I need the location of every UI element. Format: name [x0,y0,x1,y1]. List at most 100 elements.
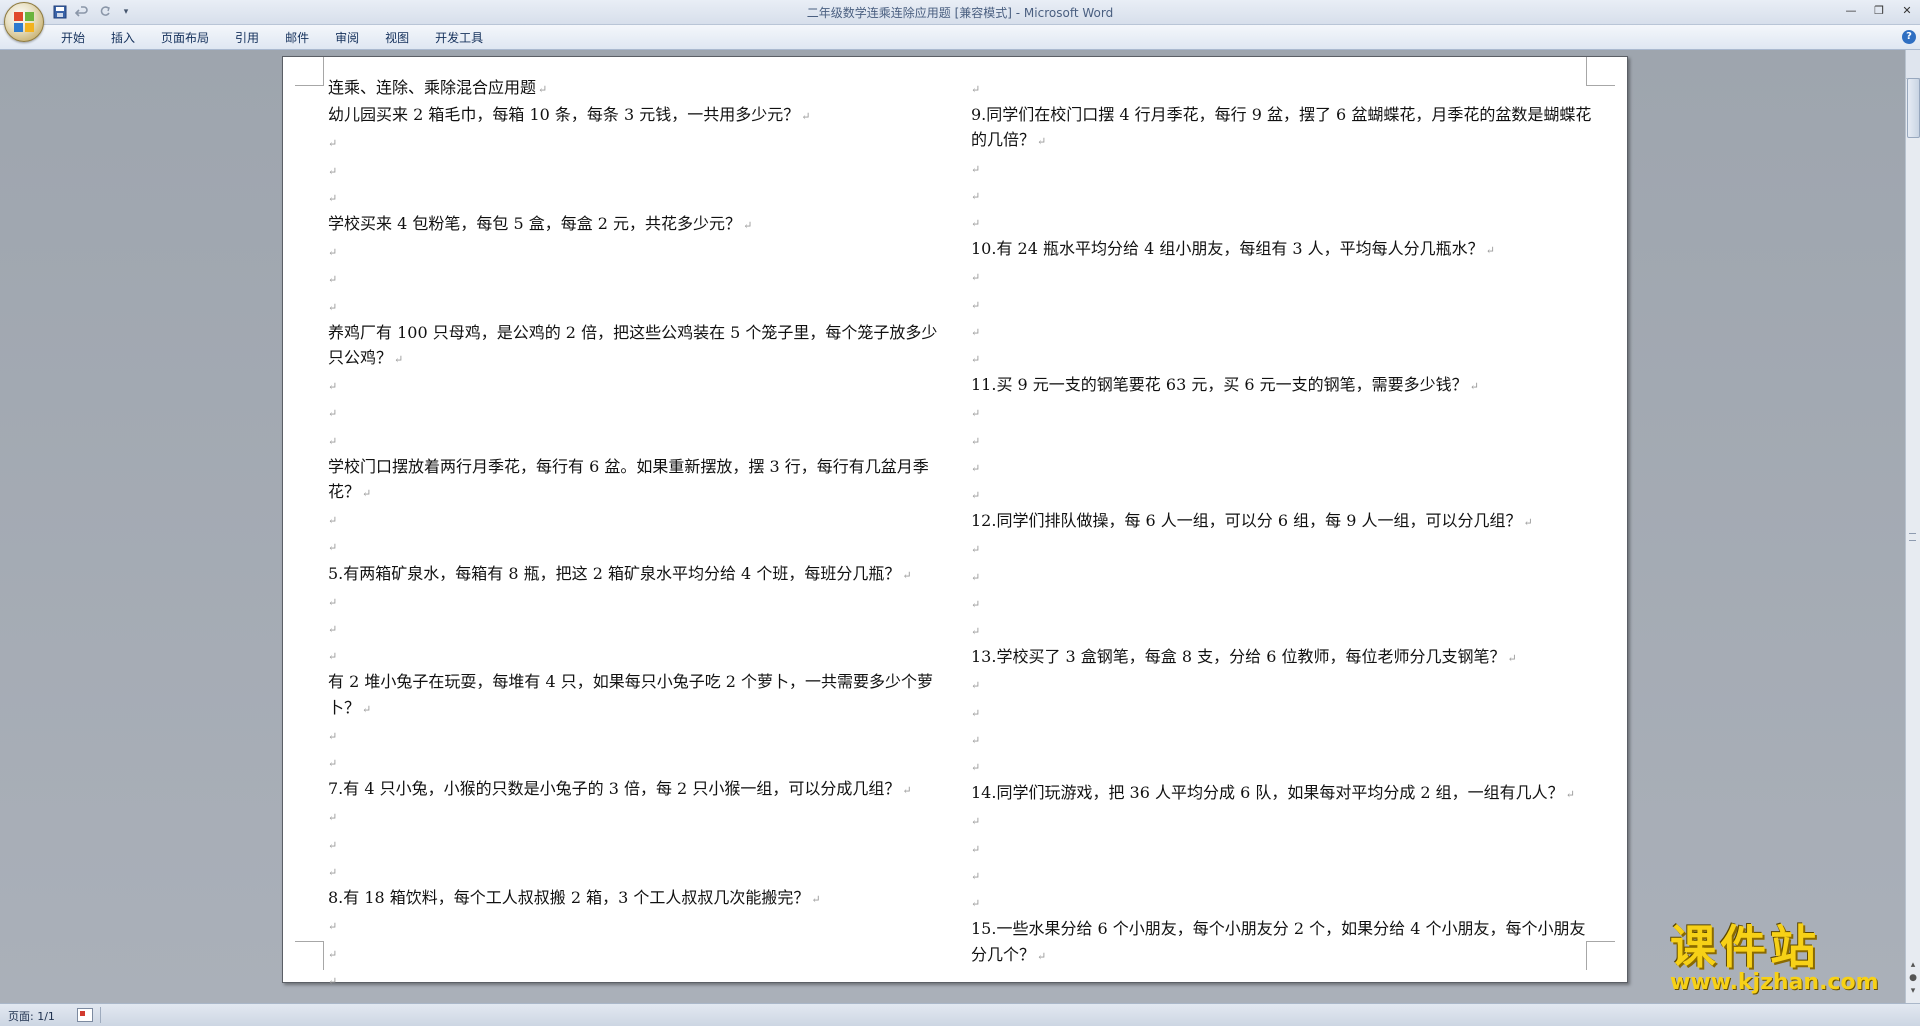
left-column: 连乘、连除、乘除混合应用题 ↵ 幼儿园买来 2 箱毛巾，每箱 10 条，每条 3 元… [328,75,946,994]
paragraph-mark-icon: ↵ [1485,244,1495,258]
document-paragraph[interactable]: 10.有 24 瓶水平均分给 4 组小朋友，每组有 3 人，平均每人分几瓶水？ ↵ [971,236,1596,263]
ribbon-tab[interactable]: 开始 [48,29,98,47]
document-paragraph[interactable]: ↵ [328,642,946,669]
document-paragraph[interactable]: ↵ [328,940,946,967]
document-paragraph[interactable]: ↵ [971,209,1596,236]
vertical-scrollbar[interactable]: ▴ ● ▾ [1905,50,1920,1003]
document-paragraph[interactable]: ↵ [328,803,946,830]
ruler-toggle-button[interactable] [1906,50,1920,79]
ribbon-tab[interactable]: 视图 [372,29,422,47]
document-paragraph[interactable]: ↵ [971,481,1596,508]
document-paragraph[interactable]: 13.学校买了 3 盒钢笔，每盒 8 支，分给 6 位教师，每位老师分几支钢笔？… [971,644,1596,671]
paragraph-mark-icon: ↵ [971,570,981,584]
document-paragraph[interactable]: 5.有两箱矿泉水，每箱有 8 瓶，把这 2 箱矿泉水平均分给 4 个班，每班分几… [328,561,946,588]
document-paragraph[interactable]: ↵ [328,967,946,994]
document-paragraph[interactable]: 有 2 堆小兔子在玩耍，每堆有 4 只，如果每只小兔子吃 2 个萝卜，一共需要多… [328,669,946,721]
document-paragraph[interactable]: ↵ [328,238,946,265]
document-paragraph[interactable]: ↵ [971,399,1596,426]
document-paragraph[interactable]: ↵ [971,617,1596,644]
status-bar: 页面: 1/1 [0,1003,1920,1026]
paragraph-mark-icon: ↵ [538,83,548,96]
document-paragraph[interactable]: 学校买来 4 包粉笔，每包 5 盒，每盒 2 元，共花多少元？ ↵ [328,211,946,238]
paragraph-mark-icon: ↵ [971,897,981,911]
document-paragraph[interactable]: ↵ [328,912,946,939]
document-paragraph[interactable]: ↵ [328,184,946,211]
ribbon-tab[interactable]: 审阅 [322,29,372,47]
document-paragraph[interactable]: ↵ [328,372,946,399]
paragraph-text: 连乘、连除、乘除混合应用题 [328,78,537,97]
document-paragraph[interactable]: ↵ [971,263,1596,290]
status-separator [100,1007,101,1023]
document-paragraph[interactable]: ↵ [328,427,946,454]
paragraph-text: 5.有两箱矿泉水，每箱有 8 瓶，把这 2 箱矿泉水平均分给 4 个班，每班分几… [328,563,901,583]
ribbon-tab[interactable]: 引用 [222,29,272,47]
paragraph-mark-icon: ↵ [902,568,912,582]
document-paragraph[interactable]: ↵ [971,699,1596,726]
ribbon-tab[interactable]: 邮件 [272,29,322,47]
document-paragraph[interactable]: ↵ [971,835,1596,862]
paragraph-mark-icon: ↵ [971,271,981,285]
document-paragraph[interactable]: ↵ [971,889,1596,916]
document-paragraph[interactable]: ↵ [328,157,946,184]
document-paragraph[interactable]: ↵ [328,588,946,615]
document-paragraph[interactable]: ↵ [971,535,1596,562]
paragraph-text: 10.有 24 瓶水平均分给 4 组小朋友，每组有 3 人，平均每人分几瓶水？ [971,239,1484,259]
document-paragraph[interactable]: ↵ [328,831,946,858]
office-button[interactable] [4,2,44,42]
paragraph-mark-icon: ↵ [328,729,338,743]
ribbon-tab-row: 开始 插入 页面布局 引用 邮件 审阅 视图 开发工具 ? [0,25,1920,50]
document-paragraph[interactable]: 连乘、连除、乘除混合应用题 ↵ [328,75,946,102]
document-paragraph[interactable]: ↵ [328,293,946,320]
document-paragraph[interactable]: ↵ [328,749,946,776]
ribbon-tab[interactable]: 插入 [98,29,148,47]
document-paragraph[interactable]: 14.同学们玩游戏，把 36 人平均分成 6 队，如果每对平均分成 2 组，一组… [971,780,1596,807]
document-paragraph[interactable]: ↵ [328,506,946,533]
document-paragraph[interactable]: 8.有 18 箱饮料，每个工人叔叔搬 2 箱，3 个工人叔叔几次能搬完？ ↵ [328,885,946,912]
paragraph-mark-icon: ↵ [328,273,338,287]
document-paragraph[interactable]: ↵ [971,753,1596,780]
document-paragraph[interactable]: 幼儿园买来 2 箱毛巾，每箱 10 条，每条 3 元钱，一共用多少元？ ↵ [328,102,946,129]
minimize-icon[interactable]: — [1842,2,1860,18]
document-paragraph[interactable]: 9.同学们在校门口摆 4 行月季花，每行 9 盆，摆了 6 盆蝴蝶花，月季花的盆… [971,102,1596,154]
restore-icon[interactable]: ❐ [1870,2,1888,18]
document-paragraph[interactable]: ↵ [971,454,1596,481]
document-paragraph[interactable]: ↵ [971,318,1596,345]
document-paragraph[interactable]: ↵ [971,182,1596,209]
document-paragraph[interactable]: 养鸡厂有 100 只母鸡，是公鸡的 2 倍，把这些公鸡装在 5 个笼子里，每个笼… [328,320,946,372]
proofing-status-icon[interactable] [77,1008,93,1022]
page-count-status[interactable]: 页面: 1/1 [8,1008,55,1024]
document-page[interactable]: 连乘、连除、乘除混合应用题 ↵ 幼儿园买来 2 箱毛巾，每箱 10 条，每条 3 元… [282,56,1628,988]
document-paragraph[interactable]: 学校门口摆放着两行月季花，每行有 6 盆。如果重新摆放，摆 3 行，每行有几盆月… [328,454,946,506]
document-paragraph[interactable]: ↵ [971,726,1596,753]
document-paragraph[interactable]: ↵ [971,291,1596,318]
help-icon[interactable]: ? [1902,30,1916,44]
document-paragraph[interactable]: ↵ [328,265,946,292]
document-paragraph[interactable]: ↵ [328,858,946,885]
document-paragraph[interactable]: ↵ [971,345,1596,372]
scrollbar-thumb[interactable] [1907,78,1920,138]
document-paragraph[interactable]: ↵ [971,155,1596,182]
document-paragraph[interactable]: ↵ [328,615,946,642]
document-paragraph[interactable]: 11.买 9 元一支的钢笔要花 63 元，买 6 元一支的钢笔，需要多少钱？ ↵ [971,372,1596,399]
document-paragraph[interactable]: 15.一些水果分给 6 个小朋友，每个小朋友分 2 个，如果分给 4 个小朋友，… [971,916,1596,968]
ribbon-tab[interactable]: 开发工具 [422,29,496,47]
close-icon[interactable]: ✕ [1898,2,1916,18]
paragraph-mark-icon: ↵ [971,761,981,775]
document-paragraph[interactable]: ↵ [971,671,1596,698]
document-paragraph[interactable]: ↵ [971,563,1596,590]
ribbon-tab[interactable]: 页面布局 [148,29,222,47]
document-paragraph[interactable]: 12.同学们排队做操，每 6 人一组，可以分 6 组，每 9 人一组，可以分几组… [971,508,1596,535]
document-paragraph[interactable]: ↵ [328,533,946,560]
document-paragraph[interactable]: ↵ [328,399,946,426]
document-paragraph[interactable]: 7.有 4 只小兔，小猴的只数是小兔子的 3 倍，每 2 只小猴一组，可以分成几… [328,776,946,803]
document-paragraph[interactable]: ↵ [971,75,1596,102]
paragraph-mark-icon: ↵ [971,461,981,475]
paragraph-mark-icon: ↵ [362,702,372,716]
document-paragraph[interactable]: ↵ [971,427,1596,454]
document-paragraph[interactable]: ↵ [328,129,946,156]
document-paragraph[interactable]: ↵ [328,722,946,749]
document-paragraph[interactable]: ↵ [971,590,1596,617]
paragraph-mark-icon: ↵ [394,353,404,367]
document-paragraph[interactable]: ↵ [971,807,1596,834]
document-paragraph[interactable]: ↵ [971,862,1596,889]
